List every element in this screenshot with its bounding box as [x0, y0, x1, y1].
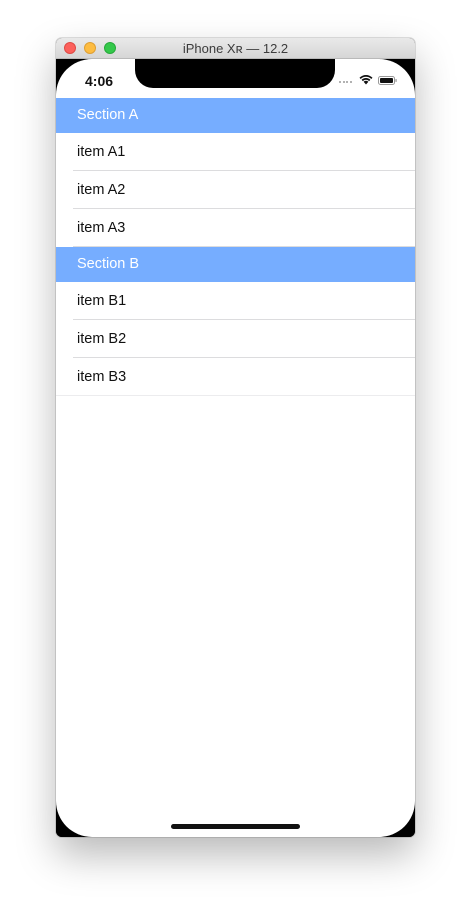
section-header-a: Section A — [56, 98, 415, 133]
list-item-a1[interactable]: item A1 — [56, 133, 415, 171]
list-item-b1[interactable]: item B1 — [56, 282, 415, 320]
list-item-b2[interactable]: item B2 — [56, 320, 415, 358]
signal-dots-icon — [339, 81, 355, 84]
device-screen: 4:06 Section A item A1 item A2 item A3 S… — [56, 59, 415, 837]
list-item-b3[interactable]: item B3 — [56, 358, 415, 396]
window-title: iPhone Xʀ — 12.2 — [182, 41, 289, 56]
wifi-icon — [359, 75, 373, 85]
device-frame: 4:06 Section A item A1 item A2 item A3 S… — [56, 59, 415, 837]
status-time: 4:06 — [85, 73, 114, 89]
device-notch — [135, 59, 335, 88]
simulator-window: iPhone Xʀ — 12.2 4:06 Section A item A1 — [56, 38, 415, 837]
home-indicator[interactable] — [171, 824, 300, 829]
section-header-b: Section B — [56, 247, 415, 282]
list-item-a2[interactable]: item A2 — [56, 171, 415, 209]
battery-icon — [378, 76, 397, 85]
table-view[interactable]: Section A item A1 item A2 item A3 Sectio… — [56, 98, 415, 396]
list-item-a3[interactable]: item A3 — [56, 209, 415, 247]
window-titlebar[interactable]: iPhone Xʀ — 12.2 — [56, 38, 415, 59]
